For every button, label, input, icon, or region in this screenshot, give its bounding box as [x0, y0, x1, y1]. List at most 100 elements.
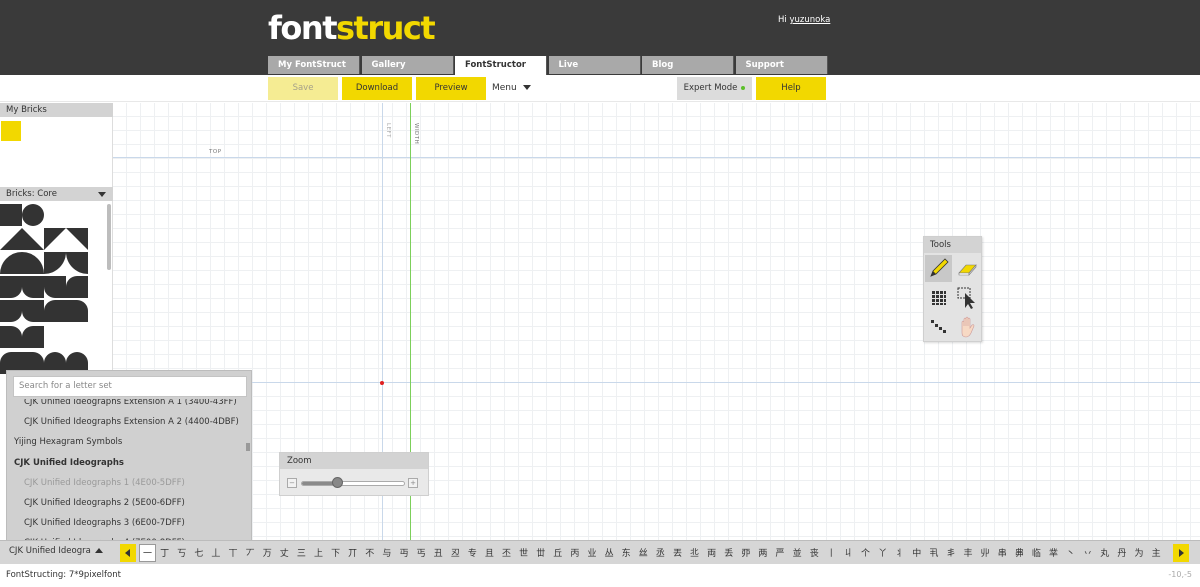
line-tool[interactable] [925, 313, 952, 340]
zoom-in-button[interactable]: + [408, 478, 418, 488]
brick-square-yellow[interactable] [1, 121, 21, 141]
glyph-canvas[interactable]: TOP LEFT WIDTH [113, 103, 1200, 540]
glyph-cell[interactable]: 万 [259, 545, 276, 562]
glyph-cell[interactable]: 丘 [549, 545, 566, 562]
grid-fill-tool[interactable] [925, 284, 952, 311]
glyph-cell[interactable]: 丳 [1011, 545, 1028, 562]
glyph-cell[interactable]: 丨 [823, 545, 840, 562]
select-tool[interactable] [954, 284, 981, 311]
expert-mode-toggle[interactable]: Expert Mode [677, 77, 752, 100]
letterset-item[interactable]: CJK Unified Ideographs 3 (6E00-7DFF) [7, 512, 245, 532]
glyph-cell[interactable]: 丈 [276, 545, 293, 562]
glyph-cell[interactable]: 丌 [344, 545, 361, 562]
letterset-scrollbar[interactable] [246, 443, 250, 451]
glyph-cell[interactable]: 丑 [430, 545, 447, 562]
glyph-cell[interactable]: 一 [139, 544, 157, 562]
glyph-cell[interactable]: 丯 [942, 545, 959, 562]
glyph-cell[interactable]: 丣 [737, 545, 754, 562]
hand-tool[interactable] [954, 313, 981, 340]
glyph-cell[interactable]: 临 [1028, 545, 1045, 562]
glyph-cell[interactable]: 丏 [395, 545, 412, 562]
glyph-cell[interactable]: 个 [857, 545, 874, 562]
letterset-item[interactable]: CJK Unified Ideographs 1 (4E00-5DFF) [7, 472, 245, 492]
glyph-cell[interactable]: 丵 [1045, 545, 1062, 562]
tab-support[interactable]: Support [735, 56, 828, 74]
letterset-item[interactable]: CJK Unified Ideographs [7, 452, 245, 472]
eraser-tool[interactable] [954, 255, 981, 282]
menu-dropdown[interactable]: Menu [492, 77, 531, 100]
glyph-cell[interactable]: 三 [293, 545, 310, 562]
glyph-cell[interactable]: 丁 [156, 545, 173, 562]
zoom-out-button[interactable]: − [287, 478, 297, 488]
glyph-cell[interactable]: 丆 [242, 545, 259, 562]
tab-my-fontstruct[interactable]: My FontStruct [268, 56, 360, 74]
glyph-cell[interactable]: 丝 [635, 545, 652, 562]
fontstruct-logo[interactable]: fontstruct [268, 12, 436, 44]
glyph-cell[interactable]: 丞 [652, 545, 669, 562]
glyph-cell[interactable]: 上 [310, 545, 327, 562]
letterset-search-input[interactable]: Search for a letter set [13, 376, 247, 397]
glyph-cell[interactable]: 丬 [891, 545, 908, 562]
glyph-cell[interactable]: 丷 [1079, 545, 1096, 562]
glyph-cell[interactable]: 下 [327, 545, 344, 562]
pencil-tool[interactable] [925, 255, 952, 282]
glyph-cell[interactable]: 丄 [207, 545, 224, 562]
glyph-cell[interactable]: 丶 [1062, 545, 1079, 562]
glyph-prev-button[interactable] [120, 544, 136, 562]
letterset-item[interactable]: CJK Unified Ideographs Extension A 1 (34… [7, 399, 245, 411]
glyph-cell[interactable]: 与 [378, 545, 395, 562]
glyph-cell[interactable]: 业 [583, 545, 600, 562]
username-link[interactable]: yuzunoka [789, 15, 830, 25]
glyph-cell[interactable]: 丫 [874, 545, 891, 562]
save-button[interactable]: Save [268, 77, 338, 100]
glyph-cell[interactable]: 丼 [1165, 545, 1170, 562]
glyph-cell[interactable]: 七 [190, 545, 207, 562]
glyph-cell[interactable]: 丂 [173, 545, 190, 562]
preview-button[interactable]: Preview [416, 77, 486, 100]
glyph-cell[interactable]: 为 [1130, 545, 1147, 562]
tab-blog[interactable]: Blog [642, 56, 734, 74]
glyph-cell[interactable]: 丟 [669, 545, 686, 562]
zoom-slider-thumb[interactable] [331, 477, 343, 488]
glyph-cell[interactable]: 丩 [840, 545, 857, 562]
brick-shapes[interactable] [0, 204, 106, 379]
glyph-cell[interactable]: 丰 [960, 545, 977, 562]
glyph-cell[interactable]: 丐 [413, 545, 430, 562]
glyph-cell[interactable]: 両 [703, 545, 720, 562]
glyph-cell[interactable]: 且 [481, 545, 498, 562]
glyph-cell[interactable]: 丧 [806, 545, 823, 562]
letterset-item[interactable]: CJK Unified Ideographs 2 (5E00-6DFF) [7, 492, 245, 512]
glyph-cell[interactable]: 並 [789, 545, 806, 562]
glyph-cell[interactable]: 丠 [686, 545, 703, 562]
tab-fontstructor[interactable]: FontStructor [455, 56, 547, 75]
brick-palette-scrollbar[interactable] [107, 204, 111, 270]
glyph-cell[interactable]: 世 [515, 545, 532, 562]
letterset-item[interactable]: CJK Unified Ideographs Extension A 2 (44… [7, 411, 245, 431]
tab-live[interactable]: Live [548, 56, 641, 74]
glyph-cell[interactable]: 严 [771, 545, 788, 562]
glyph-cell[interactable]: 丅 [224, 545, 241, 562]
glyph-cell[interactable]: 主 [1148, 545, 1165, 562]
glyph-cell[interactable]: 丙 [566, 545, 583, 562]
glyph-cell[interactable]: 不 [361, 545, 378, 562]
glyph-cell[interactable]: 丢 [720, 545, 737, 562]
glyph-cell[interactable]: 两 [754, 545, 771, 562]
glyph-cell[interactable]: 中 [908, 545, 925, 562]
letterset-select[interactable]: CJK Unified Ideogra [4, 544, 114, 561]
glyph-cell[interactable]: 丒 [447, 545, 464, 562]
letterset-item[interactable]: Yijing Hexagram Symbols [7, 431, 245, 451]
glyph-cell[interactable]: 丹 [1113, 545, 1130, 562]
glyph-cell[interactable]: 丸 [1096, 545, 1113, 562]
glyph-cell[interactable]: 东 [618, 545, 635, 562]
glyph-cell[interactable]: 丕 [498, 545, 515, 562]
bricks-core-dropdown[interactable]: Bricks: Core [0, 187, 113, 201]
zoom-slider[interactable] [301, 481, 405, 486]
help-button[interactable]: Help [756, 77, 826, 100]
glyph-cell[interactable]: 丱 [977, 545, 994, 562]
download-button[interactable]: Download [342, 77, 412, 100]
glyph-cell[interactable]: 专 [464, 545, 481, 562]
glyph-next-button[interactable] [1173, 544, 1189, 562]
tab-gallery[interactable]: Gallery [361, 56, 454, 74]
glyph-cell[interactable]: 丗 [532, 545, 549, 562]
glyph-cell[interactable]: 串 [994, 545, 1011, 562]
